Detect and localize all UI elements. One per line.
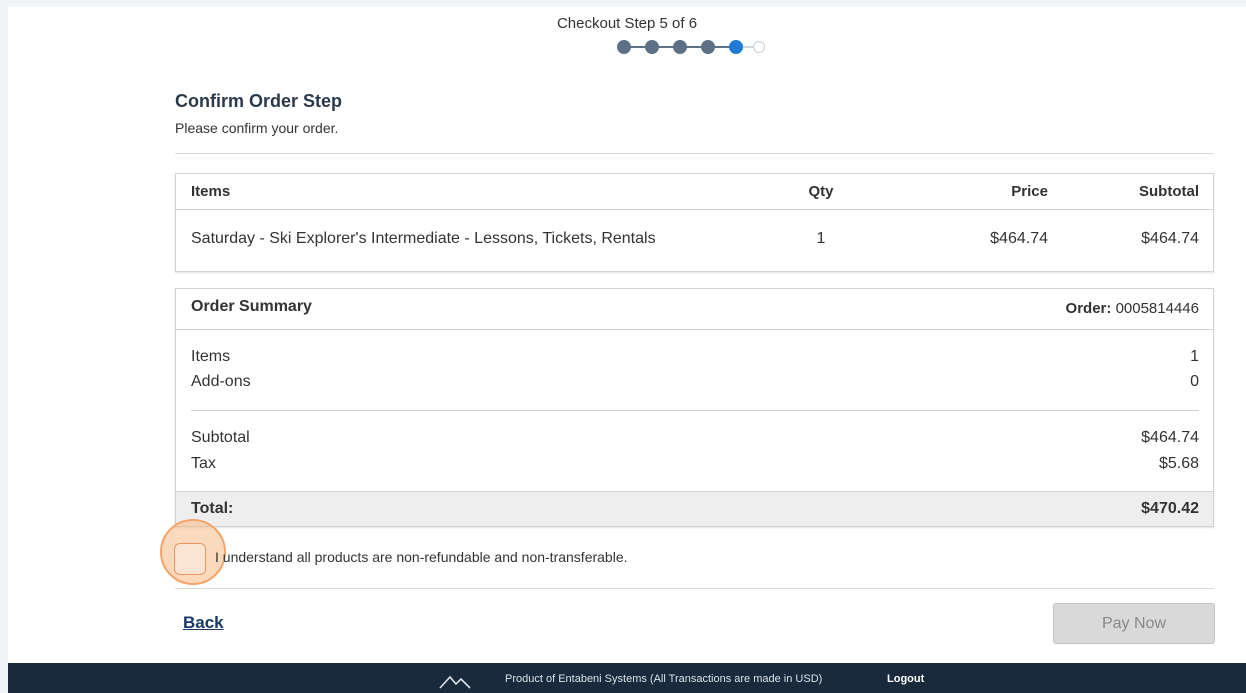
order-summary: Order Summary Order: 0005814446 Items 1 …	[175, 288, 1214, 527]
pay-now-button[interactable]: Pay Now	[1053, 603, 1215, 644]
items-table-header: Items Qty Price Subtotal	[176, 174, 1213, 210]
order-number-label: Order:	[1065, 300, 1112, 317]
column-header-price: Price	[1011, 183, 1048, 200]
step-2-dot	[645, 40, 659, 54]
step-1-dot	[617, 40, 631, 54]
summary-items-label: Items	[191, 348, 231, 365]
summary-total-bar: Total: $470.42	[176, 491, 1213, 526]
item-subtotal: $464.74	[1141, 230, 1199, 247]
item-name: Saturday - Ski Explorer's Intermediate -…	[191, 230, 656, 247]
footer-text: Product of Entabeni Systems (All Transac…	[505, 673, 823, 685]
column-header-subtotal: Subtotal	[1139, 183, 1199, 200]
back-link[interactable]: Back	[183, 613, 224, 633]
checkout-stepper	[617, 40, 777, 54]
order-summary-header: Order Summary Order: 0005814446	[176, 289, 1213, 330]
summary-subtotal-label: Subtotal	[191, 429, 250, 446]
step-3-dot	[673, 40, 687, 54]
summary-addons-value: 0	[1190, 373, 1199, 390]
summary-total-label: Total:	[191, 500, 234, 517]
stepper-label: Checkout Step 5 of 6	[556, 15, 698, 32]
summary-tax-label: Tax	[191, 455, 216, 472]
footer: Product of Entabeni Systems (All Transac…	[8, 663, 1246, 693]
step-4-dot	[701, 40, 715, 54]
mountain-logo-icon	[439, 675, 471, 689]
items-table: Items Qty Price Subtotal Saturday - Ski …	[175, 173, 1214, 272]
column-header-items: Items	[191, 183, 231, 200]
page-subtitle: Please confirm your order.	[175, 120, 339, 136]
logout-link[interactable]: Logout	[887, 673, 924, 685]
checkout-page: Checkout Step 5 of 6 Confirm Order Step …	[8, 7, 1246, 663]
summary-row-items: Items 1	[191, 348, 1199, 372]
column-header-qty: Qty	[808, 183, 834, 200]
summary-tax-value: $5.68	[1158, 455, 1199, 472]
actions-divider	[175, 588, 1214, 589]
step-6-dot-future	[753, 41, 765, 53]
order-summary-title: Order Summary	[191, 298, 312, 315]
item-qty: 1	[816, 230, 826, 247]
summary-total-value: $470.42	[1141, 500, 1199, 517]
agreement-text: I understand all products are non-refund…	[215, 549, 628, 565]
summary-items-value: 1	[1190, 348, 1199, 365]
order-number: Order: 0005814446	[1066, 300, 1199, 317]
summary-row-addons: Add-ons 0	[191, 373, 1199, 397]
table-row: Saturday - Ski Explorer's Intermediate -…	[176, 210, 1213, 266]
summary-subtotal-value: $464.74	[1141, 429, 1199, 446]
summary-row-tax: Tax $5.68	[191, 455, 1199, 479]
summary-row-subtotal: Subtotal $464.74	[191, 429, 1199, 453]
summary-divider	[191, 410, 1199, 411]
step-5-dot-current	[729, 40, 743, 54]
header-divider	[175, 153, 1214, 154]
order-number-value: 0005814446	[1115, 300, 1199, 317]
agreement-checkbox[interactable]	[174, 543, 206, 575]
item-price: $464.74	[990, 230, 1048, 247]
page-title: Confirm Order Step	[175, 91, 343, 111]
summary-addons-label: Add-ons	[191, 373, 251, 390]
